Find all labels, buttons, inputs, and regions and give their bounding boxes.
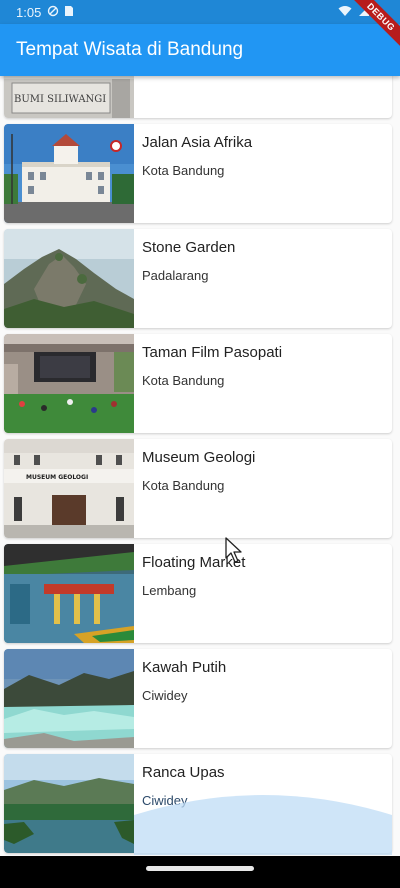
card-text: Jalan Asia Afrika Kota Bandung	[134, 124, 252, 223]
status-bar: 1:05	[0, 0, 400, 24]
place-location: Ciwidey	[142, 793, 188, 808]
places-list[interactable]: BUMI SILIWANGI Jalan Asia Afrika Kota Ba…	[0, 76, 400, 856]
place-name: Museum Geologi	[142, 449, 256, 466]
place-image	[4, 229, 134, 328]
app-bar: Tempat Wisata di Bandung	[0, 24, 400, 76]
place-card-kawah-putih[interactable]: Kawah Putih Ciwidey	[4, 649, 392, 748]
place-card-partial[interactable]: BUMI SILIWANGI	[4, 76, 392, 118]
place-location: Kota Bandung	[142, 373, 225, 388]
status-time: 1:05	[16, 4, 42, 20]
place-name: Jalan Asia Afrika	[142, 134, 253, 151]
app-bar-title: Tempat Wisata di Bandung	[16, 39, 244, 60]
place-image	[4, 124, 134, 223]
card-text: Stone Garden Padalarang	[134, 229, 235, 328]
place-image	[4, 334, 134, 433]
card-text: Kawah Putih Ciwidey	[134, 649, 226, 748]
place-image	[4, 754, 134, 853]
card-text: Taman Film Pasopati Kota Bandung	[134, 334, 282, 433]
place-card-ranca-upas[interactable]: Ranca Upas Ciwidey	[4, 754, 392, 853]
bumi-siliwangi-sign: BUMI SILIWANGI	[14, 94, 106, 105]
place-image	[4, 544, 134, 643]
place-location: Kota Bandung	[142, 163, 225, 178]
screen: 1:05 DEBUG Tempat Wisata di Bandung BUMI…	[0, 0, 400, 888]
card-text: Ranca Upas Ciwidey	[134, 754, 225, 853]
place-card-floating-market[interactable]: Floating Market Lembang	[4, 544, 392, 643]
system-navigation-bar	[0, 856, 400, 888]
place-location: Kota Bandung	[142, 478, 225, 493]
place-name: Kawah Putih	[142, 659, 227, 676]
home-gesture-handle[interactable]	[146, 866, 254, 871]
place-image: BUMI SILIWANGI	[4, 76, 134, 118]
sim-card-icon	[64, 5, 74, 20]
card-text: Museum Geologi Kota Bandung	[134, 439, 255, 538]
wifi-icon	[338, 5, 352, 20]
place-card-taman-film-pasopati[interactable]: Taman Film Pasopati Kota Bandung	[4, 334, 392, 433]
place-location: Padalarang	[142, 268, 209, 283]
mouse-cursor-icon	[225, 537, 242, 563]
place-name: Stone Garden	[142, 239, 236, 256]
place-card-museum-geologi[interactable]: MUSEUM GEOLOGI Museum Geologi Kota Bandu…	[4, 439, 392, 538]
place-location: Lembang	[142, 583, 197, 598]
dnd-icon	[47, 5, 59, 20]
place-image: MUSEUM GEOLOGI	[4, 439, 134, 538]
place-name: Taman Film Pasopati	[142, 344, 283, 361]
card-text	[134, 76, 142, 118]
place-card-stone-garden[interactable]: Stone Garden Padalarang	[4, 229, 392, 328]
place-image	[4, 649, 134, 748]
place-card-jalan-asia-afrika[interactable]: Jalan Asia Afrika Kota Bandung	[4, 124, 392, 223]
place-name: Ranca Upas	[142, 764, 225, 781]
place-location: Ciwidey	[142, 688, 188, 703]
museum-geologi-sign: MUSEUM GEOLOGI	[26, 474, 88, 481]
